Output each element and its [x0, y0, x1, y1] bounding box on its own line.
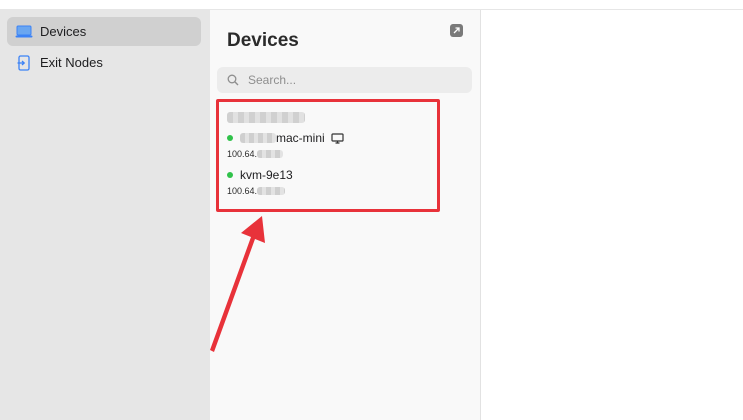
annotation-arrow: [210, 216, 265, 352]
